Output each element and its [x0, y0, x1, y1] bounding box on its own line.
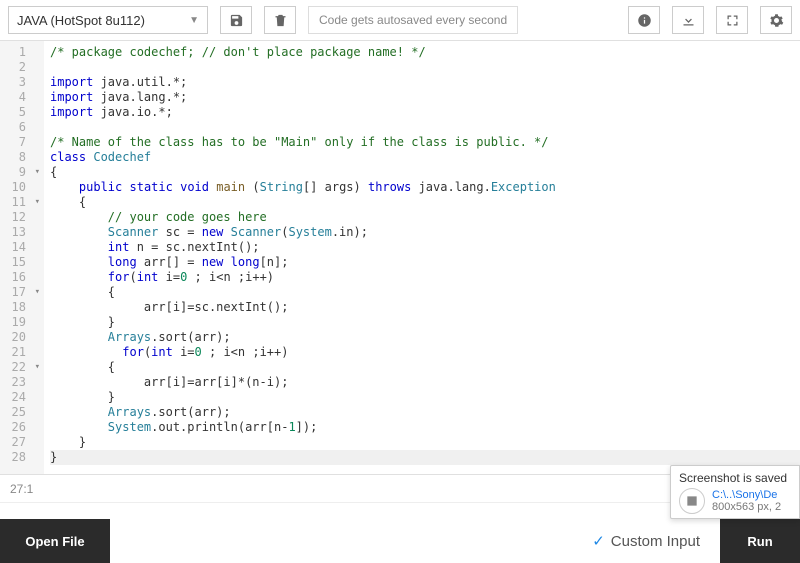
line-number: 26 [0, 420, 44, 435]
line-number: 5 [0, 105, 44, 120]
toast-meta: 800x563 px, 2 [712, 501, 781, 513]
line-number: 11 [0, 195, 44, 210]
code-line[interactable]: for(int i=0 ; i<n ;i++) [50, 345, 800, 360]
code-line[interactable]: class Codechef [50, 150, 800, 165]
expand-icon [725, 13, 740, 28]
line-number: 4 [0, 90, 44, 105]
code-line[interactable]: { [50, 195, 800, 210]
line-number: 12 [0, 210, 44, 225]
code-line[interactable]: Arrays.sort(arr); [50, 405, 800, 420]
line-number: 23 [0, 375, 44, 390]
chevron-down-icon: ▼ [189, 15, 199, 26]
code-line[interactable]: long arr[] = new long[n]; [50, 255, 800, 270]
toolbar: JAVA (HotSpot 8u112) ▼ Code gets autosav… [0, 0, 800, 40]
code-line[interactable]: for(int i=0 ; i<n ;i++) [50, 270, 800, 285]
editor-gutter: 1234567891011121314151617181920212223242… [0, 41, 44, 474]
line-number: 20 [0, 330, 44, 345]
image-icon [679, 488, 705, 514]
code-line[interactable]: import java.util.*; [50, 75, 800, 90]
line-number: 21 [0, 345, 44, 360]
save-icon [229, 13, 244, 28]
custom-input-toggle[interactable]: ✓ Custom Input [592, 532, 700, 550]
cursor-position: 27:1 [10, 482, 33, 496]
line-number: 15 [0, 255, 44, 270]
line-number: 16 [0, 270, 44, 285]
code-line[interactable]: import java.io.*; [50, 105, 800, 120]
save-button[interactable] [220, 6, 252, 34]
code-line[interactable]: // your code goes here [50, 210, 800, 225]
line-number: 14 [0, 240, 44, 255]
line-number: 8 [0, 150, 44, 165]
autosave-message: Code gets autosaved every second [308, 6, 518, 34]
gear-icon [769, 13, 784, 28]
line-number: 13 [0, 225, 44, 240]
line-number: 7 [0, 135, 44, 150]
line-number: 2 [0, 60, 44, 75]
line-number: 1 [0, 45, 44, 60]
code-editor[interactable]: 1234567891011121314151617181920212223242… [0, 40, 800, 475]
settings-button[interactable] [760, 6, 792, 34]
code-line[interactable]: public static void main (String[] args) … [50, 180, 800, 195]
open-file-button[interactable]: Open File [0, 519, 110, 563]
toast-title: Screenshot is saved [679, 471, 799, 485]
toast-path: C:\..\Sony\De [712, 489, 781, 501]
code-line[interactable]: { [50, 360, 800, 375]
line-number: 24 [0, 390, 44, 405]
run-button[interactable]: Run [720, 519, 800, 563]
line-number: 27 [0, 435, 44, 450]
line-number: 22 [0, 360, 44, 375]
code-line[interactable]: import java.lang.*; [50, 90, 800, 105]
language-select-value: JAVA (HotSpot 8u112) [17, 13, 145, 28]
download-icon [681, 13, 696, 28]
code-line[interactable]: } [50, 435, 800, 450]
line-number: 19 [0, 315, 44, 330]
line-number: 17 [0, 285, 44, 300]
check-icon: ✓ [592, 532, 605, 550]
language-select[interactable]: JAVA (HotSpot 8u112) ▼ [8, 6, 208, 34]
download-button[interactable] [672, 6, 704, 34]
screenshot-toast[interactable]: Screenshot is saved C:\..\Sony\De 800x56… [670, 465, 800, 519]
footer: Open File ✓ Custom Input Run [0, 519, 800, 563]
line-number: 10 [0, 180, 44, 195]
code-line[interactable]: } [50, 450, 800, 465]
info-icon [637, 13, 652, 28]
code-line[interactable]: int n = sc.nextInt(); [50, 240, 800, 255]
code-line[interactable]: { [50, 285, 800, 300]
editor-code-area[interactable]: /* package codechef; // don't place pack… [44, 41, 800, 474]
line-number: 28 [0, 450, 44, 465]
code-line[interactable]: /* Name of the class has to be "Main" on… [50, 135, 800, 150]
line-number: 9 [0, 165, 44, 180]
code-line[interactable]: System.out.println(arr[n-1]); [50, 420, 800, 435]
code-line[interactable] [50, 120, 800, 135]
delete-button[interactable] [264, 6, 296, 34]
fullscreen-button[interactable] [716, 6, 748, 34]
code-line[interactable] [50, 60, 800, 75]
line-number: 25 [0, 405, 44, 420]
line-number: 18 [0, 300, 44, 315]
code-line[interactable]: } [50, 390, 800, 405]
custom-input-label: Custom Input [611, 533, 700, 550]
code-line[interactable]: /* package codechef; // don't place pack… [50, 45, 800, 60]
line-number: 3 [0, 75, 44, 90]
code-line[interactable]: arr[i]=sc.nextInt(); [50, 300, 800, 315]
trash-icon [273, 13, 288, 28]
code-line[interactable]: Arrays.sort(arr); [50, 330, 800, 345]
code-line[interactable]: Scanner sc = new Scanner(System.in); [50, 225, 800, 240]
code-line[interactable]: arr[i]=arr[i]*(n-i); [50, 375, 800, 390]
code-line[interactable]: } [50, 315, 800, 330]
code-line[interactable]: { [50, 165, 800, 180]
info-button[interactable] [628, 6, 660, 34]
line-number: 6 [0, 120, 44, 135]
